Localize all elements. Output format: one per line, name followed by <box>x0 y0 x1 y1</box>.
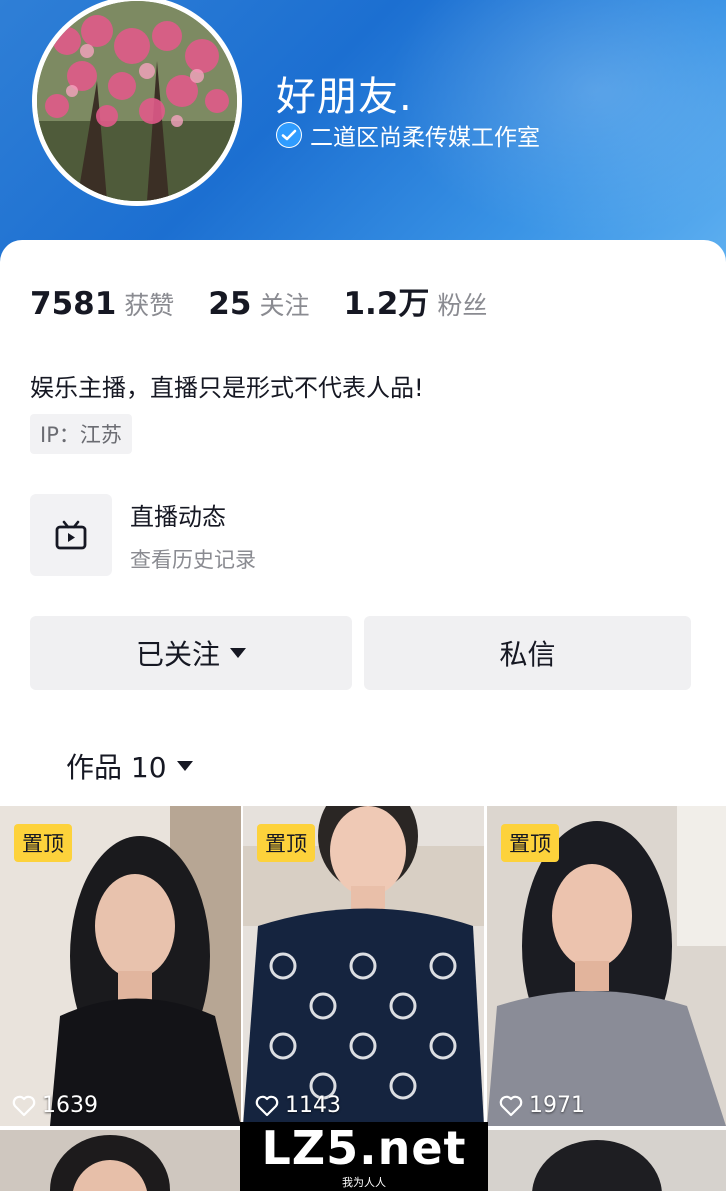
stat-following[interactable]: 25 关注 <box>208 286 309 322</box>
tab-works[interactable]: 作品 10 <box>66 746 193 786</box>
video-likes-count: 1143 <box>285 1093 341 1118</box>
pinned-badge: 置顶 <box>501 824 559 862</box>
watermark-sub: 我为人人 <box>342 1175 386 1189</box>
stat-likes[interactable]: 7581 获赞 <box>30 286 174 322</box>
followed-button-label: 已关注 <box>135 638 220 671</box>
stat-following-label: 关注 <box>259 291 310 320</box>
video-likes: 1639 <box>12 1093 98 1118</box>
message-button[interactable]: 私信 <box>364 616 691 690</box>
followed-button[interactable]: 已关注 <box>30 616 352 690</box>
verified-org-text: 二道区尚柔传媒工作室 <box>310 125 540 151</box>
tab-works-label: 作品 10 <box>66 751 167 784</box>
video-likes: 1143 <box>255 1093 341 1118</box>
stat-followers[interactable]: 1.2万 粉丝 <box>343 278 487 323</box>
message-button-label: 私信 <box>499 638 556 671</box>
verified-label: 二道区尚柔传媒工作室 <box>276 118 540 152</box>
pinned-badge: 置顶 <box>257 824 315 862</box>
video-tile[interactable] <box>0 1130 241 1191</box>
video-likes: 1971 <box>499 1093 585 1118</box>
video-likes-count: 1639 <box>42 1093 98 1118</box>
tv-icon <box>30 494 112 576</box>
video-tile[interactable]: 置顶 1143 <box>243 806 484 1126</box>
live-subtitle: 查看历史记录 <box>130 547 256 572</box>
video-tile[interactable]: 置顶 1639 <box>0 806 241 1126</box>
heart-icon <box>255 1095 279 1116</box>
pinned-badge: 置顶 <box>14 824 72 862</box>
stat-followers-value: 1.2万 <box>343 286 430 322</box>
video-thumbnail <box>0 1130 241 1191</box>
stat-likes-label: 获赞 <box>124 291 175 320</box>
profile-nickname: 好朋友. <box>276 74 413 120</box>
watermark-main: LZ5.net <box>261 1120 467 1175</box>
profile-header-banner: 好朋友. 二道区尚柔传媒工作室 <box>0 0 726 270</box>
chevron-down-icon <box>230 648 246 658</box>
live-history-entry[interactable]: 直播动态 查看历史记录 <box>30 494 256 576</box>
chevron-down-icon <box>176 761 193 771</box>
verified-check-icon <box>276 122 302 148</box>
stat-likes-value: 7581 <box>30 286 117 322</box>
stat-followers-label: 粉丝 <box>437 291 488 320</box>
video-thumbnail <box>487 1130 726 1191</box>
heart-icon <box>12 1095 36 1116</box>
site-watermark: LZ5.net 我为人人 <box>240 1122 488 1191</box>
video-tile[interactable] <box>487 1130 726 1191</box>
avatar[interactable] <box>32 0 242 206</box>
heart-icon <box>499 1095 523 1116</box>
video-tile[interactable]: 置顶 1971 <box>487 806 726 1126</box>
profile-bio: 娱乐主播，直播只是形式不代表人品! <box>30 374 424 402</box>
stat-following-value: 25 <box>208 286 252 322</box>
profile-stats: 7581 获赞 25 关注 1.2万 粉丝 <box>30 278 521 323</box>
ip-location-tag: IP：江苏 <box>30 414 132 454</box>
video-likes-count: 1971 <box>529 1093 585 1118</box>
avatar-image <box>37 1 237 201</box>
live-title: 直播动态 <box>130 502 226 531</box>
